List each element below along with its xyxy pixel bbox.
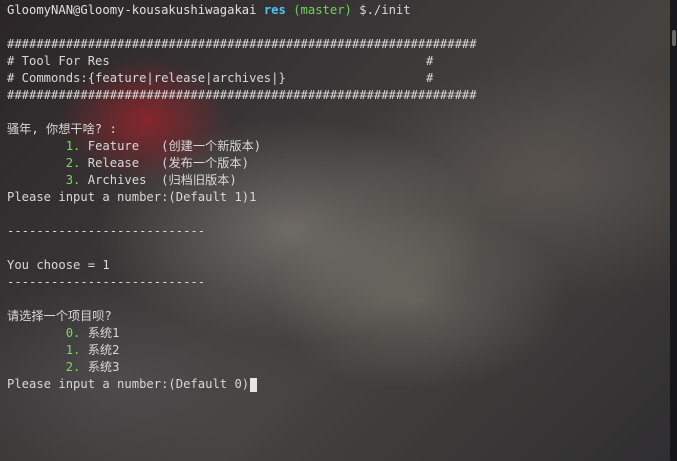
text-cursor[interactable]: [250, 377, 258, 392]
banner-commands-end: #: [426, 71, 434, 85]
prompt-directory: res: [263, 3, 286, 17]
prompt-command: $./init: [359, 3, 411, 17]
menu1-option-label: Feature (创建一个新版本): [80, 139, 262, 153]
prompt-branch: (master): [293, 3, 352, 17]
banner-title-text: # Tool For Res: [7, 54, 110, 68]
menu1-option-number: 2.: [65, 156, 81, 170]
menu2-option: 1. 系统2: [7, 342, 667, 359]
banner-commands-text: # Commonds:{feature|release|archives|}: [7, 71, 286, 85]
menu2-option-label: 系统1: [80, 326, 120, 340]
menu1-option-number: 3.: [65, 173, 81, 187]
menu2-option-label: 系统2: [80, 343, 120, 357]
menu2-option-number: 2.: [65, 360, 81, 374]
menu2-option: 2. 系统3: [7, 359, 667, 376]
prompt-user-host: GloomyNAN@Gloomy-kousakushiwagakai: [7, 3, 257, 17]
menu1-option: 1. Feature (创建一个新版本): [7, 138, 667, 155]
terminal-output: GloomyNAN@Gloomy-kousakushiwagakai res (…: [7, 2, 667, 393]
menu2-option-number: 0.: [65, 326, 81, 340]
menu1-option-number: 1.: [65, 139, 81, 153]
menu1-option-label: Archives (归档旧版本): [80, 173, 237, 187]
scrollbar[interactable]: [670, 0, 677, 461]
banner-title-end: #: [426, 54, 434, 68]
scrollbar-thumb[interactable]: [672, 30, 676, 46]
prompt-line: GloomyNAN@Gloomy-kousakushiwagakai res (…: [7, 2, 667, 19]
menu1-option: 3. Archives (归档旧版本): [7, 172, 667, 189]
menu1-input-prompt: Please input a number:(Default 1)1: [7, 190, 257, 204]
menu1-option-label: Release (发布一个版本): [80, 156, 249, 170]
banner-line-title: # Tool For Res #: [7, 53, 667, 70]
menu2-option-number: 1.: [65, 343, 81, 357]
menu2-option: 0. 系统1: [7, 325, 667, 342]
result-separator-bottom: ---------------------------: [7, 275, 206, 289]
menu2-input-line[interactable]: Please input a number:(Default 0): [7, 376, 667, 393]
banner-line-commands: # Commonds:{feature|release|archives|} #: [7, 70, 667, 87]
menu2-option-label: 系统3: [80, 360, 120, 374]
terminal-window[interactable]: GloomyNAN@Gloomy-kousakushiwagakai res (…: [0, 0, 677, 461]
banner-border-bottom: ########################################…: [7, 88, 477, 102]
result-separator-top: ---------------------------: [7, 224, 206, 238]
menu1-option: 2. Release (发布一个版本): [7, 155, 667, 172]
menu1-question: 骚年, 你想干啥? :: [7, 122, 117, 136]
result-text: You choose = 1: [7, 258, 110, 272]
menu2-input-prompt: Please input a number:(Default 0): [7, 377, 250, 391]
banner-border-top: ########################################…: [7, 37, 477, 51]
menu2-question: 请选择一个项目呗?: [7, 309, 112, 323]
